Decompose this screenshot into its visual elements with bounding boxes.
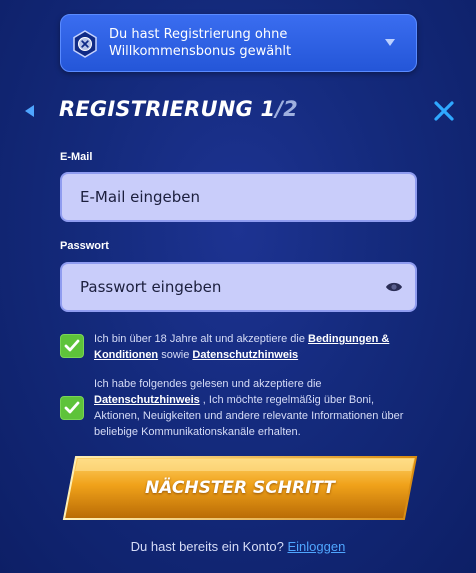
next-step-label: NÄCHSTER SCHRITT bbox=[145, 478, 335, 498]
chevron-down-icon[interactable] bbox=[384, 36, 396, 48]
title-step: REGISTRIERUNG 1 bbox=[59, 97, 276, 121]
email-input[interactable] bbox=[60, 172, 417, 222]
login-link[interactable]: Einloggen bbox=[288, 539, 346, 554]
privacy-link[interactable]: Datenschutzhinweis bbox=[192, 349, 298, 361]
next-step-button[interactable]: NÄCHSTER SCHRITT bbox=[62, 455, 418, 521]
close-icon[interactable] bbox=[433, 100, 455, 122]
marketing-checkbox[interactable] bbox=[60, 396, 84, 420]
login-prompt: Du hast bereits ein Konto? Einloggen bbox=[0, 539, 476, 554]
bonus-selection-text: Du hast Registrierung ohne Willkommensbo… bbox=[109, 27, 292, 59]
consent-text: sowie bbox=[158, 349, 193, 361]
email-label: E-Mail bbox=[60, 151, 93, 163]
title-step-total: /2 bbox=[275, 97, 298, 121]
back-arrow-icon[interactable] bbox=[24, 105, 35, 117]
registration-header: REGISTRIERUNG 1/2 bbox=[0, 97, 476, 127]
login-prompt-text: Du hast bereits ein Konto? bbox=[130, 539, 284, 554]
consent-text: Ich habe folgendes gelesen und akzeptier… bbox=[94, 378, 322, 390]
age-terms-text: Ich bin über 18 Jahre alt und akzeptiere… bbox=[94, 331, 414, 363]
privacy-link[interactable]: Datenschutzhinweis bbox=[94, 394, 200, 406]
marketing-consent-text: Ich habe folgendes gelesen und akzeptier… bbox=[94, 376, 414, 440]
no-bonus-icon bbox=[73, 30, 97, 58]
password-label: Passwort bbox=[60, 240, 109, 252]
bonus-selection-dropdown[interactable]: Du hast Registrierung ohne Willkommensbo… bbox=[60, 14, 417, 72]
password-input[interactable] bbox=[60, 262, 417, 312]
checkmark-icon bbox=[64, 401, 80, 414]
checkmark-icon bbox=[64, 339, 80, 352]
page-title: REGISTRIERUNG 1/2 bbox=[59, 97, 298, 121]
consent-text: Ich bin über 18 Jahre alt und akzeptiere… bbox=[94, 333, 309, 345]
age-terms-checkbox[interactable] bbox=[60, 334, 84, 358]
eye-icon[interactable] bbox=[385, 281, 403, 293]
